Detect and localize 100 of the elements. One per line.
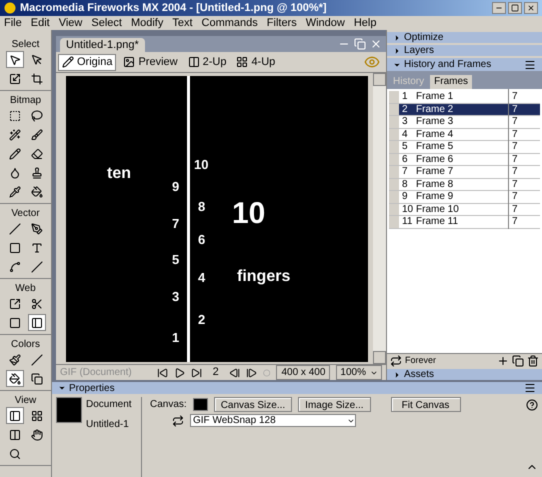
canvas-text: 10 — [232, 199, 266, 229]
previous-frame-icon[interactable] — [228, 366, 240, 378]
frame-row[interactable]: 7 Frame 7 7 — [389, 166, 540, 178]
panel-tool[interactable] — [28, 314, 46, 331]
frame-number: 2 — [402, 102, 409, 117]
document-name: Untitled-1 — [86, 418, 130, 432]
properties-button[interactable]: Fit Canvas — [390, 397, 461, 412]
pointer-tool[interactable] — [6, 51, 24, 68]
canvas-color-swatch[interactable] — [192, 398, 208, 411]
frame-row[interactable]: 5 Frame 5 7 — [389, 141, 540, 154]
frame-row[interactable]: 10 Frame 10 7 — [389, 204, 540, 216]
palette-dropdown[interactable]: GIF WebSnap 128 — [190, 414, 356, 427]
panel-menu-icon[interactable] — [524, 58, 536, 70]
canvas-text: 9 — [172, 180, 180, 193]
line-icon — [8, 222, 20, 234]
frame-row[interactable]: 2 Frame 2 7 — [389, 104, 540, 116]
menu-item[interactable]: Edit — [30, 14, 50, 32]
loop-setting[interactable]: Forever — [405, 354, 436, 368]
panel-menu-icon[interactable] — [524, 382, 536, 394]
swap-icon — [30, 372, 42, 384]
collapse-arrow-icon — [58, 384, 66, 392]
close-button[interactable] — [524, 2, 538, 14]
minimize-button[interactable] — [492, 2, 506, 14]
trash-icon[interactable] — [527, 354, 539, 366]
frame-number: 10 — [402, 202, 414, 217]
document-tab[interactable]: Untitled-1.png* — [60, 38, 145, 52]
menu-item[interactable]: Help — [354, 14, 376, 32]
palette-icon — [172, 414, 184, 426]
menu-item[interactable]: Select — [91, 14, 122, 32]
expand-arrow-icon — [393, 370, 401, 378]
frame-row[interactable]: 11 Frame 11 7 — [389, 216, 540, 228]
menu-item[interactable]: Filters — [266, 14, 297, 32]
window-title: Macromedia Fireworks MX 2004 - [Untitled-1.png @ 100%*] — [20, 0, 327, 16]
fill-swatch-tool[interactable] — [6, 370, 24, 387]
pointer-icon — [8, 54, 20, 66]
maximize-button[interactable] — [508, 2, 522, 14]
add-frame-icon[interactable] — [497, 354, 509, 366]
frame-name: Frame 8 — [416, 178, 454, 192]
frame-delay: 7 — [508, 176, 518, 192]
type-icon — [30, 242, 42, 254]
repeat-icon[interactable] — [390, 354, 402, 366]
menu-item[interactable]: Window — [306, 14, 345, 32]
duplicate-icon[interactable] — [512, 354, 524, 366]
frame-row[interactable]: 6 Frame 6 7 — [389, 154, 540, 166]
panel-icon — [30, 316, 42, 328]
menu-item[interactable]: File — [4, 14, 22, 32]
frame-number: 11 — [402, 215, 414, 230]
frame-number: 7 — [402, 165, 409, 180]
canvas-text: 4 — [198, 271, 206, 284]
menu-item[interactable]: Modify — [130, 14, 164, 32]
frame-row[interactable]: 3 Frame 3 7 — [389, 116, 540, 128]
frame-name: Frame 10 — [416, 202, 460, 217]
last-frame-icon[interactable] — [191, 366, 203, 378]
window-tool[interactable] — [6, 407, 24, 424]
vertical-scrollbar[interactable] — [373, 73, 386, 364]
first-frame-icon[interactable] — [157, 366, 168, 378]
close-icon[interactable] — [370, 38, 382, 50]
row-gutter — [389, 116, 399, 128]
frame-row[interactable]: 4 Frame 4 7 — [389, 128, 540, 141]
panel-tab[interactable]: Frames — [430, 75, 472, 89]
panel-header[interactable]: Optimize — [387, 32, 542, 43]
toolbox-section-label: Vector — [11, 207, 40, 220]
help-icon[interactable] — [526, 398, 538, 410]
menu-item[interactable]: Text — [172, 14, 193, 32]
properties-button[interactable]: Canvas Size... — [214, 397, 292, 412]
view-tab[interactable]: Origina — [58, 54, 116, 70]
object-type-label: Document — [86, 398, 132, 412]
row-gutter — [389, 104, 399, 115]
frame-row[interactable]: 8 Frame 8 7 — [389, 178, 540, 191]
panel-header[interactable]: History and Frames — [387, 58, 542, 71]
droplet-icon — [8, 166, 20, 178]
row-gutter — [389, 141, 399, 152]
row-gutter — [389, 216, 399, 228]
row-gutter — [389, 154, 399, 165]
restore-icon[interactable] — [354, 38, 366, 50]
document-thumbnail — [56, 397, 82, 423]
view-tab[interactable]: 2-Up — [184, 54, 230, 70]
zoom-dropdown[interactable]: 100% — [336, 365, 382, 380]
panel-header[interactable]: Properties — [52, 382, 542, 394]
play-icon[interactable] — [174, 366, 186, 378]
menu-item[interactable]: Commands — [202, 14, 258, 32]
close-icon — [527, 4, 535, 12]
canvas-text: 10 — [194, 158, 208, 171]
marquee-icon — [8, 110, 20, 122]
properties-button[interactable]: Image Size... — [298, 397, 371, 412]
frame-number: 5 — [402, 140, 409, 154]
menu-item[interactable]: View — [58, 14, 82, 32]
toolbox-section-label: Colors — [11, 338, 40, 351]
view-tab[interactable]: Preview — [120, 54, 181, 70]
frame-row[interactable]: 9 Frame 9 7 — [389, 191, 540, 204]
row-gutter — [389, 91, 399, 102]
lasso-icon — [30, 110, 42, 122]
panel-header[interactable]: Layers — [387, 45, 542, 56]
rectangle-icon — [8, 242, 20, 254]
frame-name: Frame 1 — [416, 90, 454, 104]
frame-delay: 7 — [508, 114, 518, 130]
frame-delay: 7 — [508, 139, 518, 154]
next-frame-icon[interactable] — [246, 366, 258, 378]
view-tab[interactable]: 4-Up — [233, 54, 278, 70]
panel-header[interactable]: Assets — [387, 369, 542, 380]
